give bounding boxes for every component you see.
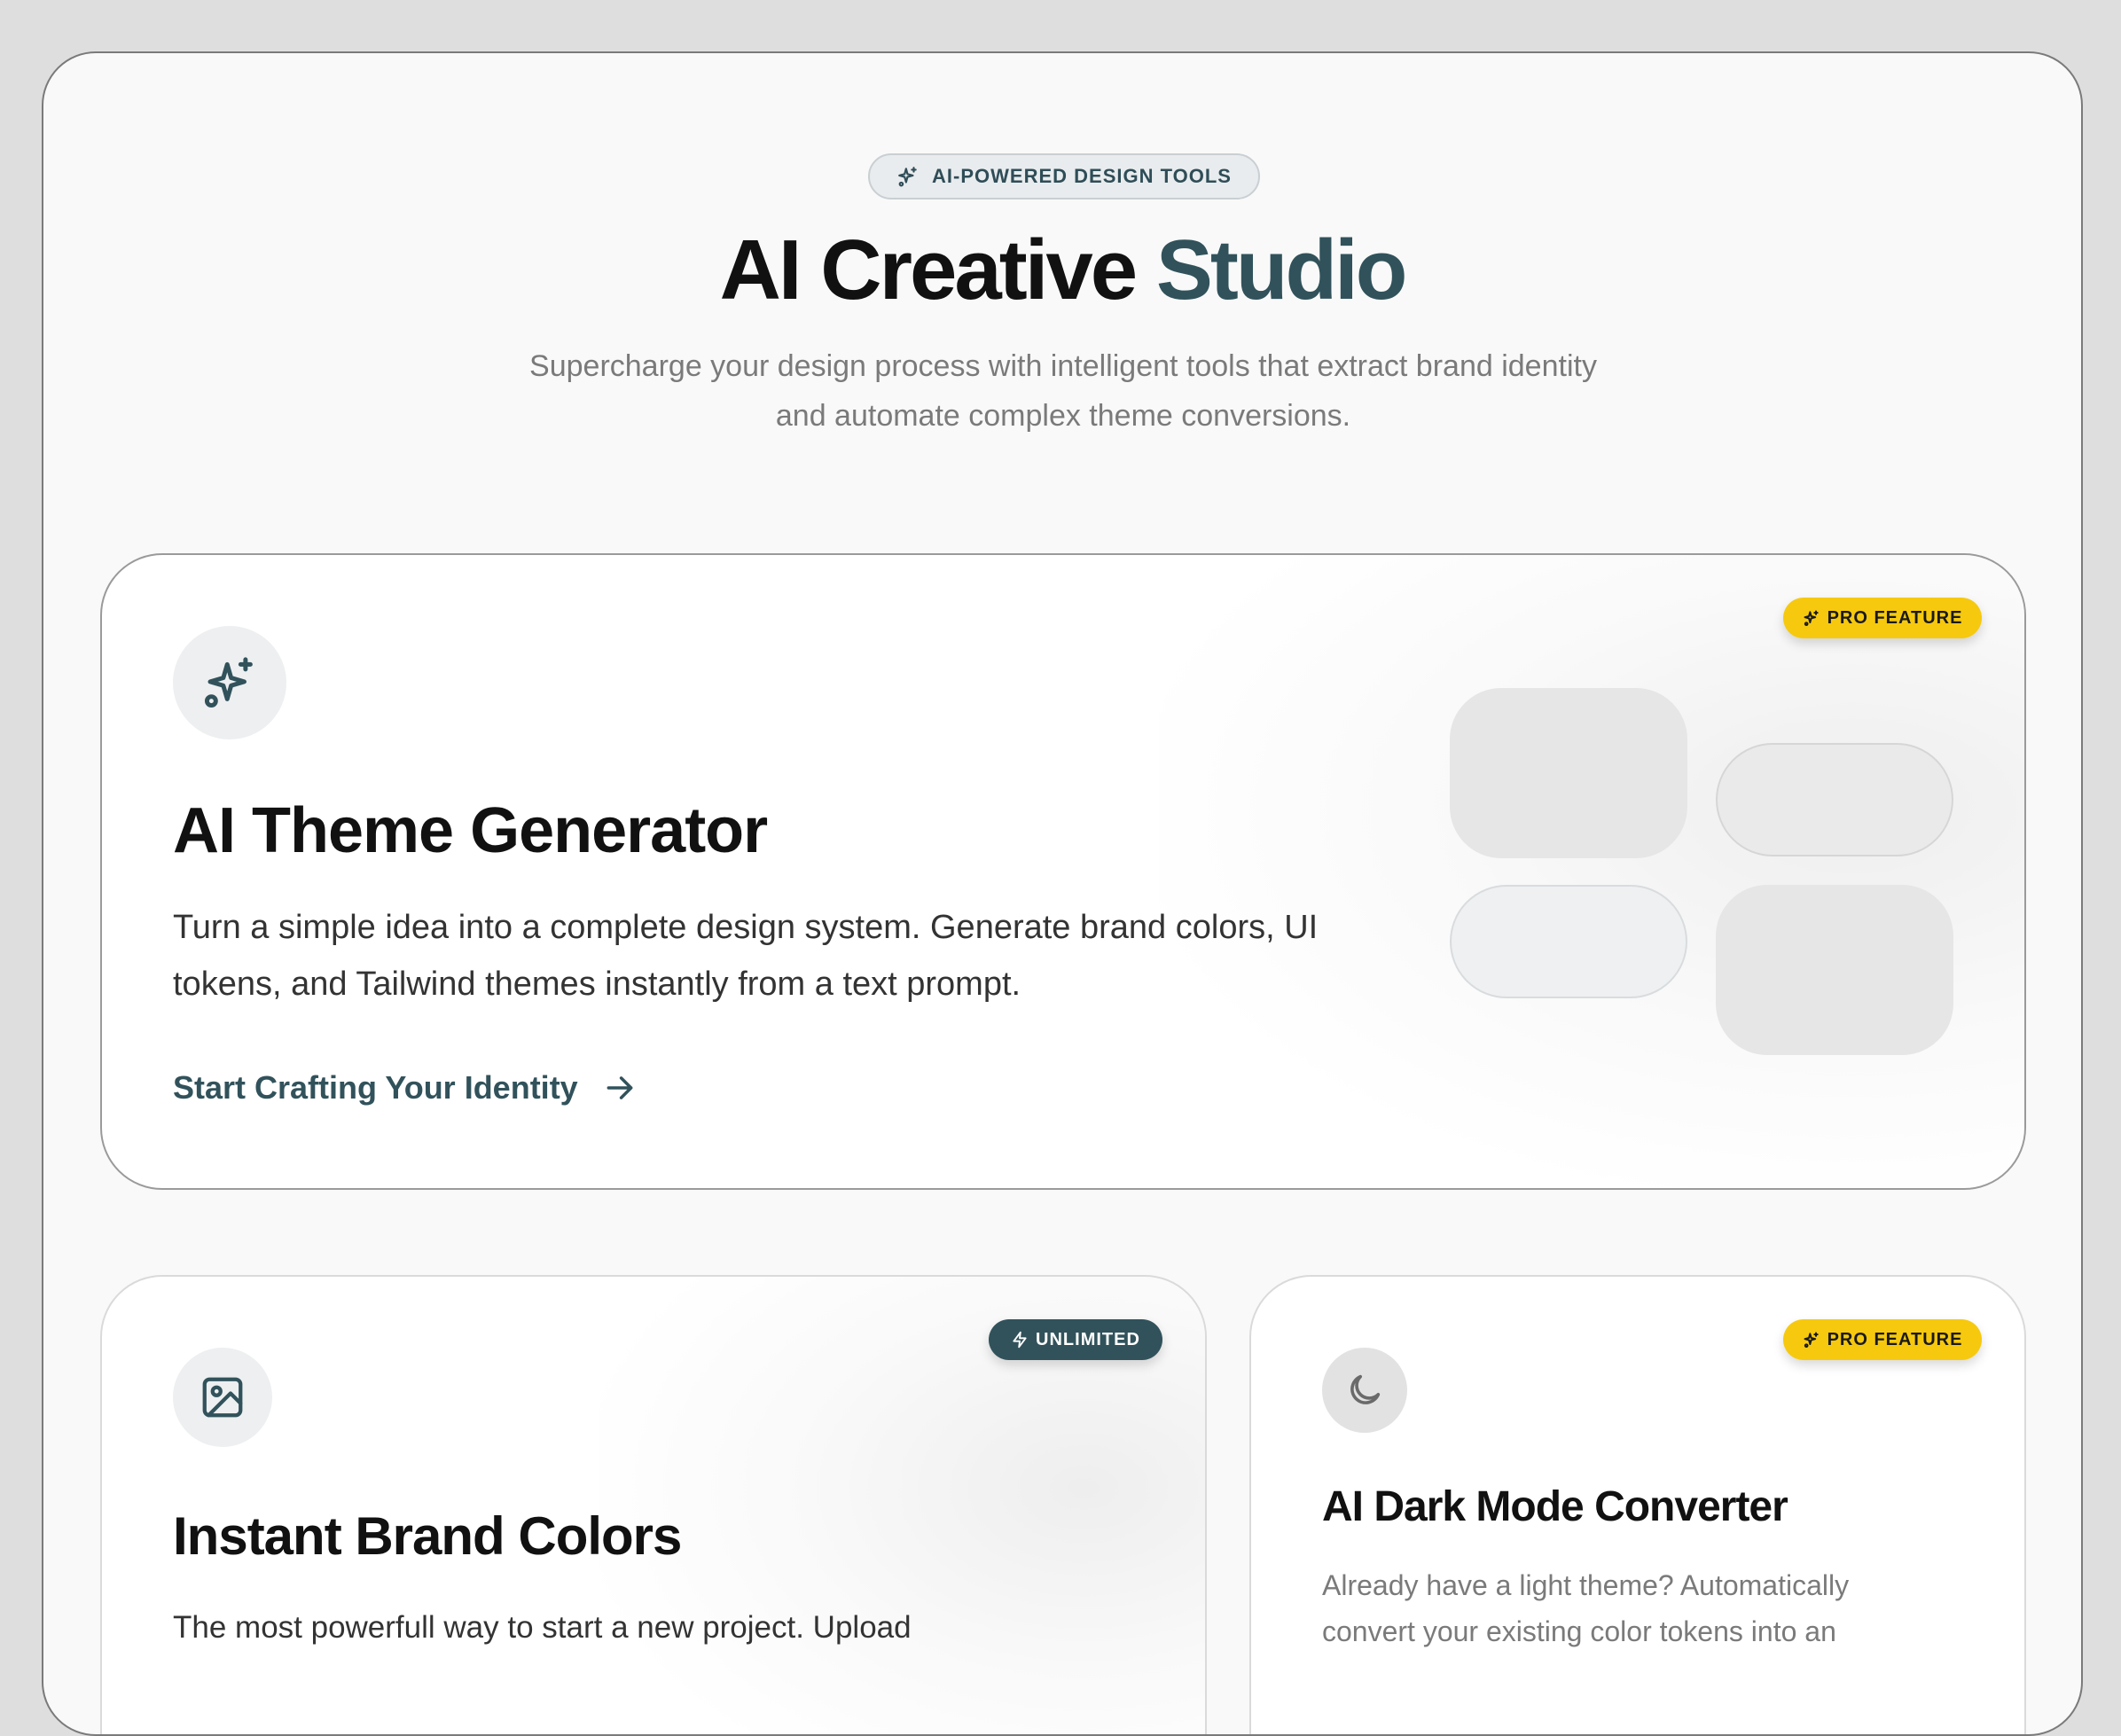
- arrow-right-icon: [607, 1076, 633, 1099]
- brand-colors-card[interactable]: UNLIMITED Instant Brand Colors The most …: [100, 1275, 1207, 1734]
- ai-tools-badge: AI-POWERED DESIGN TOOLS: [868, 153, 1260, 199]
- sparkles-icon: [898, 167, 917, 187]
- color-swatch: [1450, 885, 1687, 998]
- image-icon-container: [173, 1348, 272, 1447]
- card-title: AI Theme Generator: [173, 795, 768, 866]
- sparkles-icon: [1804, 610, 1819, 626]
- image-icon: [202, 1377, 243, 1418]
- badge-label: PRO FEATURE: [1827, 1329, 1963, 1349]
- pro-feature-badge: PRO FEATURE: [1783, 598, 1982, 638]
- moon-icon-container: [1322, 1348, 1407, 1433]
- card-title: AI Dark Mode Converter: [1322, 1483, 1788, 1530]
- badge-label: UNLIMITED: [1036, 1329, 1140, 1349]
- badge-label: AI-POWERED DESIGN TOOLS: [932, 165, 1232, 187]
- color-swatch: [1716, 885, 1953, 1055]
- cta-label: Start Crafting Your Identity: [173, 1069, 578, 1106]
- sparkles-icon: [204, 657, 253, 708]
- desc-line-2: convert your existing color tokens into …: [1322, 1615, 1836, 1647]
- subtitle-line-1: Supercharge your design process with int…: [529, 349, 1597, 383]
- moon-icon: [1350, 1374, 1381, 1404]
- card-title: Instant Brand Colors: [173, 1506, 682, 1566]
- card-description: Turn a simple idea into a complete desig…: [173, 899, 1414, 1013]
- title-main: AI Creative: [719, 223, 1139, 317]
- card-description: The most powerfull way to start a new pr…: [173, 1601, 1148, 1654]
- sparkles-icon-container: [173, 626, 286, 739]
- desc-line-1: Turn a simple idea into a complete desig…: [173, 909, 1319, 946]
- color-swatch: [1450, 688, 1687, 858]
- badge-label: PRO FEATURE: [1827, 607, 1963, 628]
- sparkles-icon: [1804, 1332, 1819, 1348]
- unlimited-badge: UNLIMITED: [989, 1319, 1162, 1360]
- desc-line-1: Already have a light theme? Automaticall…: [1322, 1569, 1850, 1601]
- bolt-icon: [1013, 1331, 1027, 1349]
- start-crafting-link[interactable]: Start Crafting Your Identity: [173, 1069, 637, 1107]
- title-accent: Studio: [1155, 223, 1408, 317]
- app-window: AI-POWERED DESIGN TOOLS AI Creative Stud…: [42, 51, 2083, 1736]
- dark-mode-card[interactable]: PRO FEATURE AI Dark Mode Converter Alrea…: [1249, 1275, 2026, 1734]
- desc-line-1: The most powerfull way to start a new pr…: [173, 1610, 912, 1645]
- theme-generator-card[interactable]: PRO FEATURE AI Theme Generator Turn a si…: [100, 553, 2026, 1190]
- page-title: AI Creative Studio: [43, 222, 2081, 319]
- color-swatch: [1716, 743, 1953, 856]
- page-subtitle: Supercharge your design process with int…: [469, 341, 1657, 441]
- subtitle-line-2: and automate complex theme conversions.: [775, 399, 1351, 433]
- pro-feature-badge: PRO FEATURE: [1783, 1319, 1982, 1360]
- card-glow: [1159, 555, 2024, 1188]
- desc-line-2: tokens, and Tailwind themes instantly fr…: [173, 966, 1021, 1003]
- card-description: Already have a light theme? Automaticall…: [1322, 1562, 1996, 1654]
